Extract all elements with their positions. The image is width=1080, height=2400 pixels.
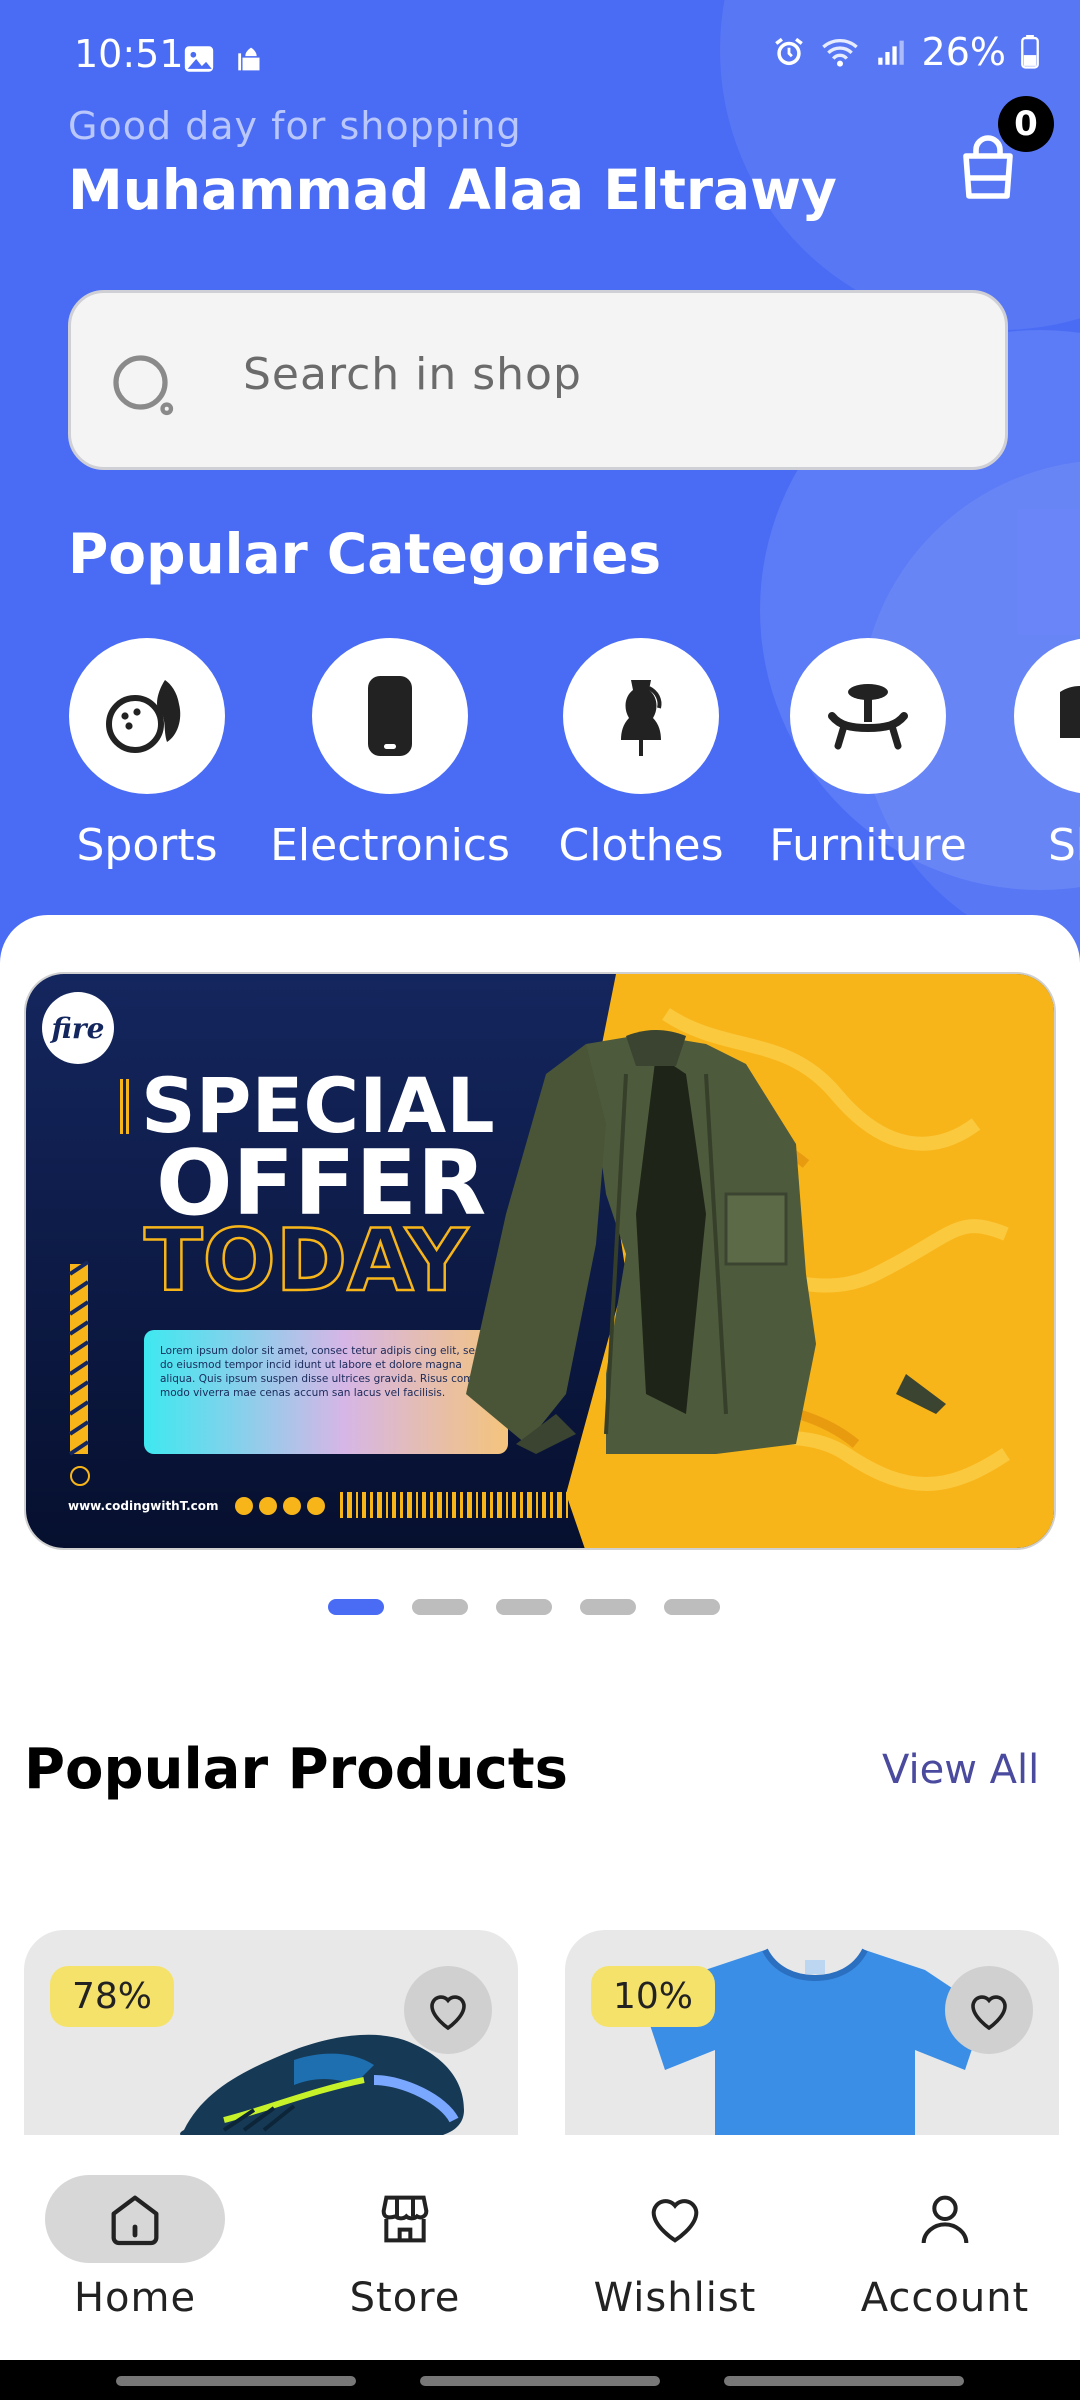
category-sports[interactable] [67,638,227,794]
heart-icon [971,1995,1007,2031]
status-time: 10:51 [74,32,184,76]
category-electronics[interactable] [310,638,470,794]
signal-icon [877,40,904,65]
banner-website: www.codingwithT.com [68,1499,219,1513]
category-label: Sports [76,820,218,871]
search-placeholder: Search in shop [243,349,582,400]
heart-icon [651,2199,699,2243]
heart-icon [430,1995,466,2031]
discount-badge: 78% [50,1966,175,2027]
phone-icon [368,676,412,756]
categories-title: Popular Categories [68,522,662,586]
cart-count-badge: 0 [998,96,1054,152]
wishlist-button[interactable] [404,1966,492,2054]
nav-label: Account [860,2275,1030,2321]
nav-label: Wishlist [593,2275,757,2321]
banner-logo: fire [50,1012,105,1045]
search-icon [113,355,174,416]
banner-body-text: Lorem ipsum dolor sit amet, consec tetur… [160,1345,482,1399]
popular-products-title: Popular Products [24,1737,568,1802]
battery-icon [1021,35,1039,69]
category-shoes[interactable] [1012,638,1080,794]
nav-home[interactable]: Home [15,2175,255,2321]
wifi-icon [821,39,858,67]
category-label: Clothes [558,820,724,871]
carousel-indicators [328,1599,720,1615]
category-label: Sh [1048,820,1080,871]
store-icon [381,2195,429,2243]
product-card[interactable]: 10% [565,1930,1059,2135]
category-label: Electronics [270,820,510,871]
bottom-navigation: Home Store Wishlist Account [0,2135,1080,2360]
nav-store[interactable]: Store [285,2175,525,2321]
user-name: Muhammad Alaa Eltrawy [68,158,837,222]
carousel-dot[interactable] [664,1599,720,1615]
shoes-icon [1060,686,1080,738]
content-area: fire SPECIAL OFFER TODAY Lorem ipsum dol… [0,915,1080,2135]
header: 10:51 26% Good day for shopping Muhammad… [0,0,1080,980]
promo-banner[interactable]: fire SPECIAL OFFER TODAY Lorem ipsum dol… [24,972,1056,1550]
alarm-icon [774,37,803,66]
carousel-dot[interactable] [580,1599,636,1615]
sports-icon [106,680,181,753]
table-icon [828,684,908,750]
search-input[interactable]: Search in shop [68,290,1008,470]
nav-account[interactable]: Account [825,2175,1065,2321]
discount-badge: 10% [591,1966,716,2027]
mannequin-icon [621,680,662,756]
wishlist-button[interactable] [945,1966,1033,2054]
gesture-handle[interactable] [420,2376,660,2386]
gesture-handle[interactable] [116,2376,356,2386]
nav-label: Home [73,2275,197,2321]
nav-wishlist[interactable]: Wishlist [555,2175,795,2321]
category-clothes[interactable] [561,638,721,794]
greeting-text: Good day for shopping [68,104,522,148]
carousel-dot[interactable] [496,1599,552,1615]
nav-label: Store [349,2275,461,2321]
carousel-dot[interactable] [412,1599,468,1615]
banner-line3: TODAY [144,1211,469,1311]
banner-image: fire SPECIAL OFFER TODAY Lorem ipsum dol… [26,974,1054,1548]
status-bar: 10:51 26% [0,0,1080,120]
category-label: Furniture [769,820,967,871]
user-icon [921,2195,969,2244]
view-all-link[interactable]: View All [882,1747,1039,1793]
product-card[interactable]: 78% [24,1930,518,2135]
system-gesture-bar [0,2360,1080,2400]
category-furniture[interactable] [788,638,948,794]
gesture-handle[interactable] [724,2376,964,2386]
gallery-icon [184,46,214,72]
home-icon [111,2195,159,2246]
carousel-dot[interactable] [328,1599,384,1615]
mosque-icon [238,47,260,71]
battery-percent: 26% [921,30,1006,74]
